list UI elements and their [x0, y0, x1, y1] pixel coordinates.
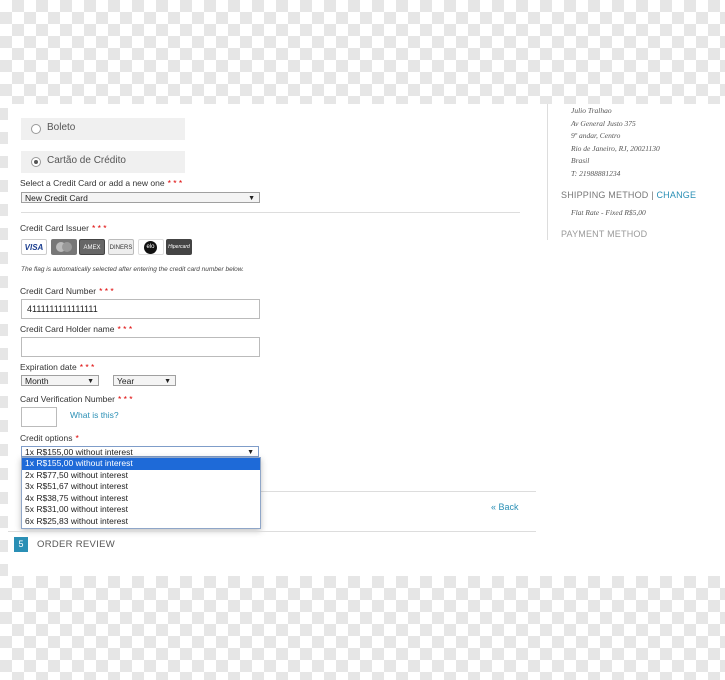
hipercard-card-icon[interactable]: Hipercard [166, 239, 192, 255]
sidebar-divider [547, 104, 548, 240]
credit-option-1x[interactable]: 1x R$155,00 without interest [22, 458, 260, 470]
chevron-down-icon: ▼ [87, 378, 94, 385]
divider [8, 531, 536, 532]
what-is-this-link[interactable]: What is this? [70, 410, 119, 420]
amex-card-icon[interactable]: AMEX [79, 239, 105, 255]
holder-name-label: Credit Card Holder name * * * [20, 324, 133, 334]
credit-option-3x[interactable]: 3x R$51,67 without interest [22, 481, 260, 493]
select-card-label: Select a Credit Card or add a new one * *… [20, 178, 183, 188]
address-country: Brasil [571, 156, 590, 165]
credit-option-4x[interactable]: 4x R$38,75 without interest [22, 493, 260, 505]
card-number-input[interactable]: 4111111111111111 [21, 299, 260, 319]
credit-option-2x[interactable]: 2x R$77,50 without interest [22, 470, 260, 482]
shipping-method-heading: SHIPPING METHOD | CHANGE [561, 190, 697, 200]
back-link[interactable]: « Back [491, 502, 519, 512]
boleto-label: Boleto [47, 122, 76, 133]
radio-boleto[interactable] [31, 124, 41, 134]
address-phone: T: 21988881234 [571, 169, 621, 178]
address-floor: 9º andar, Centro [571, 131, 621, 140]
expiry-label: Expiration date * * * [20, 362, 95, 372]
select-card-dropdown[interactable]: New Credit Card ▼ [21, 192, 260, 203]
radio-credit-card[interactable] [31, 157, 41, 167]
credit-options-list: 1x R$155,00 without interest 2x R$77,50 … [21, 457, 261, 529]
payment-option-boleto[interactable]: Boleto [21, 118, 185, 140]
address-street: Av General Justo 375 [571, 119, 636, 128]
cvv-label: Card Verification Number * * * [20, 394, 133, 404]
change-shipping-link[interactable]: CHANGE [656, 190, 696, 200]
credit-option-6x[interactable]: 6x R$25,83 without interest [22, 516, 260, 528]
credit-card-label: Cartão de Crédito [47, 155, 126, 166]
elo-card-icon[interactable]: elo [138, 239, 164, 255]
credit-options-select[interactable]: 1x R$155,00 without interest ▼ [21, 446, 259, 457]
expiry-year-select[interactable]: Year ▼ [113, 375, 176, 386]
holder-name-input[interactable] [21, 337, 260, 357]
step-number-badge: 5 [14, 537, 28, 552]
expiry-month-select[interactable]: Month ▼ [21, 375, 99, 386]
cvv-input[interactable] [21, 407, 57, 427]
chevron-down-icon: ▼ [164, 378, 171, 385]
credit-option-5x[interactable]: 5x R$31,00 without interest [22, 504, 260, 516]
order-review-step[interactable]: ORDER REVIEW [37, 539, 115, 550]
payment-method-heading: PAYMENT METHOD [561, 229, 648, 239]
payment-option-credit-card[interactable]: Cartão de Crédito [21, 151, 185, 173]
address-name: Julio Tralhao [571, 106, 612, 115]
address-city: Rio de Janeiro, RJ, 20021130 [571, 144, 660, 153]
diners-card-icon[interactable]: DINERS [108, 239, 134, 255]
checkout-panel: Boleto Cartão de Crédito Select a Credit… [8, 104, 725, 576]
divider [21, 212, 520, 213]
mastercard-card-icon[interactable] [51, 239, 77, 255]
issuer-label: Credit Card Issuer * * * [20, 223, 107, 233]
visa-card-icon[interactable]: VISA [21, 239, 47, 255]
flag-note: The flag is automatically selected after… [21, 266, 244, 273]
shipping-rate: Flat Rate - Fixed R$5,00 [571, 208, 646, 217]
chevron-down-icon: ▼ [248, 195, 255, 202]
credit-options-label: Credit options * [20, 433, 79, 443]
card-number-label: Credit Card Number * * * [20, 286, 114, 296]
